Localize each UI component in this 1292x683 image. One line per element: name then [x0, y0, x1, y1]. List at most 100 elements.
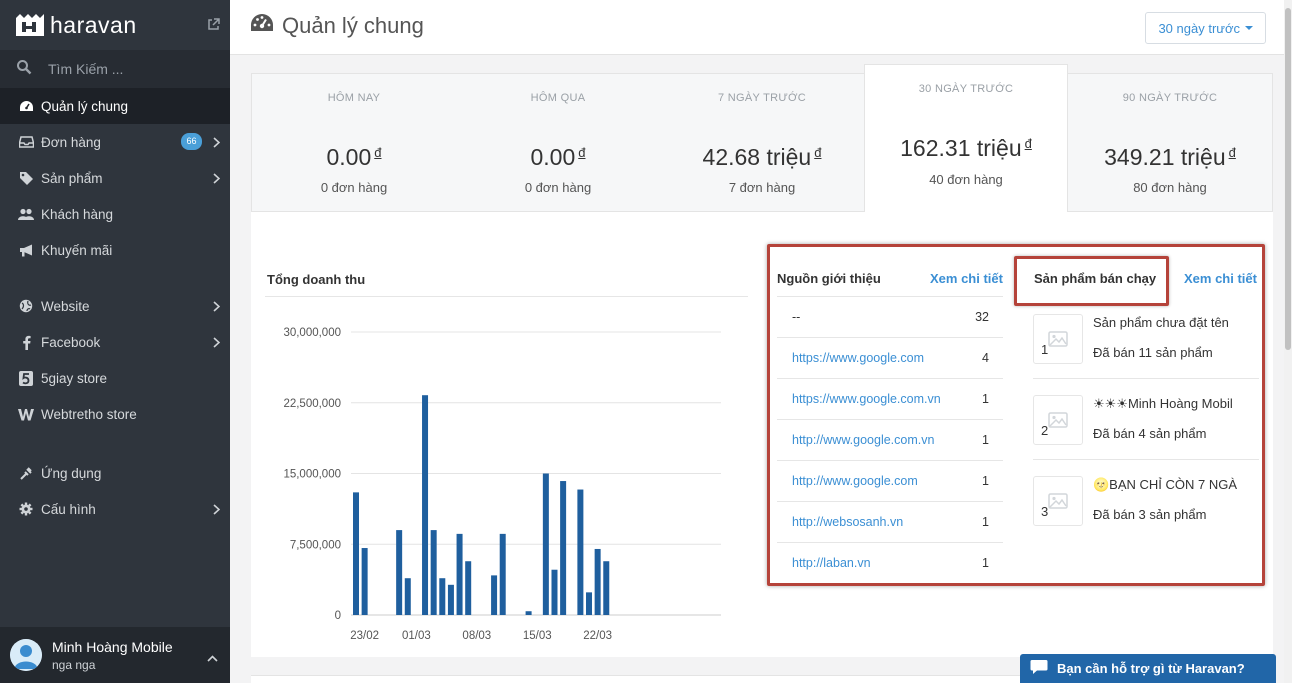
chart-bar[interactable] — [439, 578, 446, 615]
chart-bar[interactable] — [603, 561, 610, 615]
chart-bar[interactable] — [586, 592, 593, 615]
sidebar-item-label: Webtretho store — [41, 406, 137, 422]
sidebar-item-5giay[interactable]: 5giay store — [0, 360, 230, 396]
currency-symbol: đ — [374, 145, 382, 160]
apps-icon — [18, 465, 34, 481]
stat-tab-7-days[interactable]: 7 NGÀY TRƯỚC 42.68 triệu đ 7 đơn hàng — [660, 74, 864, 213]
stat-label: 90 NGÀY TRƯỚC — [1122, 92, 1218, 104]
chevron-right-icon — [213, 503, 221, 518]
revenue-chart-title: Tổng doanh thu — [267, 272, 366, 287]
y-tick-label: 30,000,000 — [283, 327, 341, 339]
chart-bar[interactable] — [525, 611, 532, 615]
page-scrollbar[interactable] — [1284, 0, 1292, 683]
search-input[interactable]: Tìm Kiếm ... — [48, 61, 123, 77]
sidebar-item-label: 5giay store — [41, 370, 108, 386]
chart-bar[interactable] — [577, 489, 584, 615]
currency-symbol: đ — [814, 145, 822, 160]
stat-label: 30 NGÀY TRƯỚC — [918, 83, 1014, 95]
tags-icon — [18, 170, 34, 186]
users-icon — [18, 206, 34, 222]
chevron-right-icon — [213, 172, 221, 187]
dashboard-icon — [18, 98, 34, 114]
sidebar-item-promotions[interactable]: Khuyến mãi — [0, 232, 230, 268]
stat-value: 0.00 đ — [252, 144, 456, 171]
chart-bar[interactable] — [404, 578, 411, 615]
caret-down-icon — [1245, 26, 1253, 30]
chart-bar[interactable] — [396, 530, 403, 615]
user-subtitle: nga nga — [52, 657, 96, 672]
stat-value: 42.68 triệu đ — [660, 144, 864, 171]
chevron-right-icon — [213, 336, 221, 351]
stat-orders: 7 đơn hàng — [728, 180, 796, 195]
sidebar-item-dashboard[interactable]: Quản lý chung — [0, 88, 230, 124]
sidebar-item-apps[interactable]: Ứng dụng — [0, 455, 230, 491]
chart-bar[interactable] — [361, 548, 368, 615]
sidebar-item-label: Cấu hình — [41, 501, 96, 517]
stat-tab-yesterday[interactable]: HÔM QUA 0.00 đ 0 đơn hàng — [456, 74, 660, 213]
sidebar-item-customers[interactable]: Khách hàng — [0, 196, 230, 232]
sidebar-item-website[interactable]: Website — [0, 288, 230, 324]
sidebar-item-label: Khuyến mãi — [41, 242, 113, 258]
chart-bar[interactable] — [551, 569, 558, 615]
chart-bar[interactable] — [499, 533, 506, 615]
chevron-right-icon — [213, 300, 221, 315]
chart-bar[interactable] — [594, 548, 601, 615]
stat-amount: 0.00 — [326, 144, 372, 170]
sidebar-item-orders[interactable]: Đơn hàng 66 — [0, 124, 230, 160]
stat-label: HÔM QUA — [530, 92, 586, 104]
user-menu[interactable]: Minh Hoàng Mobile nga nga — [0, 627, 230, 683]
x-tick-label: 23/02 — [350, 630, 379, 642]
5giay-icon — [18, 370, 34, 386]
y-tick-label: 0 — [335, 610, 341, 622]
sidebar-item-settings[interactable]: Cấu hình — [0, 491, 230, 527]
chart-bar[interactable] — [430, 530, 437, 615]
sidebar-item-webtretho[interactable]: Webtretho store — [0, 396, 230, 432]
chart-bar[interactable] — [456, 533, 463, 615]
y-tick-label: 22,500,000 — [283, 398, 341, 410]
stat-value: 0.00 đ — [456, 144, 660, 171]
stat-amount: 42.68 triệu — [702, 144, 812, 170]
chart-bar[interactable] — [465, 561, 472, 615]
currency-symbol: đ — [1228, 145, 1236, 160]
chart-bar[interactable] — [560, 481, 567, 615]
chart-bar[interactable] — [353, 492, 359, 615]
sidebar-item-products[interactable]: Sản phẩm — [0, 160, 230, 196]
stat-tab-today[interactable]: HÔM NAY 0.00 đ 0 đơn hàng — [252, 74, 456, 213]
sidebar-search[interactable]: Tìm Kiếm ... — [0, 50, 230, 88]
chevron-right-icon — [213, 136, 221, 151]
highlight-box-title — [1014, 256, 1169, 306]
chart-bar[interactable] — [542, 473, 549, 616]
stat-amount: 0.00 — [530, 144, 576, 170]
avatar — [10, 639, 42, 671]
user-name: Minh Hoàng Mobile — [52, 638, 173, 655]
bullhorn-icon — [18, 242, 34, 258]
brand[interactable]: haravan — [0, 0, 230, 50]
sidebar-item-label: Sản phẩm — [41, 170, 103, 186]
external-link-icon[interactable] — [207, 18, 220, 36]
scrollbar-thumb[interactable] — [1285, 8, 1291, 350]
date-range-dropdown[interactable]: 30 ngày trước — [1145, 12, 1266, 44]
support-label: Bạn cần hỗ trợ gì từ Haravan? — [1057, 661, 1245, 676]
stat-orders: 0 đơn hàng — [524, 180, 592, 195]
sidebar-item-label: Website — [41, 298, 90, 314]
stat-value: 349.21 triệu đ — [1068, 144, 1272, 171]
sidebar: haravan Tìm Kiếm ... Quản lý chung Đơn h… — [0, 0, 230, 683]
support-chat-button[interactable]: Bạn cần hỗ trợ gì từ Haravan? — [1020, 654, 1276, 683]
stat-tab-30-days[interactable]: 30 NGÀY TRƯỚC 162.31 triệu đ 40 đơn hàng — [864, 64, 1068, 213]
top-bar: Quản lý chung 30 ngày trước — [230, 0, 1292, 55]
chevron-up-icon[interactable] — [207, 649, 218, 667]
stats-tabs: HÔM NAY 0.00 đ 0 đơn hàng HÔM QUA 0.00 đ 0… — [251, 64, 1273, 213]
chart-bar[interactable] — [447, 584, 454, 615]
sidebar-item-label: Khách hàng — [41, 206, 114, 222]
page-title: Quản lý chung — [250, 13, 424, 39]
sidebar-item-facebook[interactable]: Facebook — [0, 324, 230, 360]
inbox-icon — [18, 134, 34, 150]
chart-bar[interactable] — [422, 395, 429, 615]
sidebar-item-label: Ứng dụng — [41, 465, 102, 481]
stat-tab-90-days[interactable]: 90 NGÀY TRƯỚC 349.21 triệu đ 80 đơn hàng — [1068, 74, 1272, 213]
page-title-text: Quản lý chung — [282, 13, 424, 38]
brand-name: haravan — [50, 11, 137, 38]
x-tick-label: 01/03 — [402, 630, 431, 642]
chart-bar[interactable] — [491, 575, 498, 615]
stat-amount: 162.31 triệu — [900, 135, 1022, 161]
